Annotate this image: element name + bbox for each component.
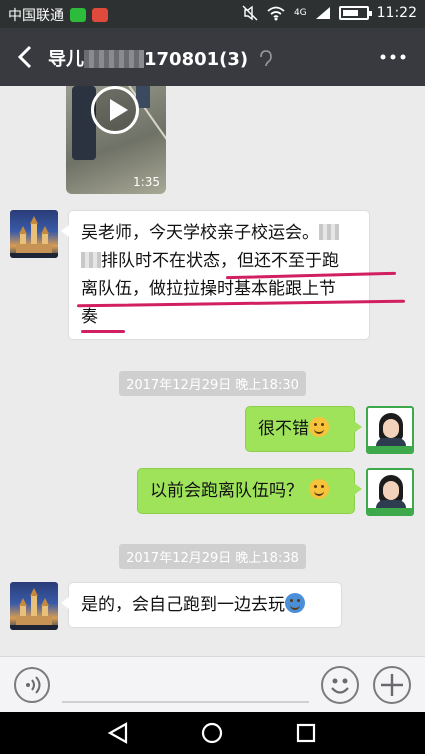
clock-label: 11:22 (376, 5, 417, 21)
smirk-emoji-icon (309, 479, 329, 499)
avatar[interactable] (366, 468, 414, 516)
message-line: 排队时不在状态，但还不至于跑 (81, 247, 397, 280)
network-type-label: 4G (293, 7, 307, 18)
back-arrow-icon[interactable] (12, 41, 40, 73)
highlight-underline (81, 330, 125, 333)
more-icon[interactable] (379, 48, 407, 66)
avatar[interactable] (366, 406, 414, 454)
message-line: 吴老师，今天学校亲子校运会。 (81, 219, 357, 247)
message-bubble[interactable]: 以前会跑离队伍吗？ (137, 468, 362, 514)
chat-area: 1:35 吴老师，今天学校亲子校运会。 排队时不在状态，但还不至于跑 离队伍，做… (0, 86, 425, 656)
blurred-name (319, 224, 339, 240)
wechat-notification-icon (70, 8, 86, 22)
message-line: 离队伍，做拉拉操时基本能跟上节 (76, 275, 406, 308)
input-bar (0, 656, 425, 712)
signal-icon (315, 7, 330, 19)
battery-icon (338, 6, 372, 20)
message-bubble[interactable]: 吴老师，今天学校亲子校运会。 排队时不在状态，但还不至于跑 离队伍，做拉拉操时基… (61, 210, 406, 340)
earpiece-icon (260, 50, 273, 67)
message-bubble[interactable]: 很不错 (245, 406, 362, 452)
video-duration: 1:35 (133, 175, 160, 189)
video-thumbnail-figure (72, 86, 96, 160)
avatar[interactable] (10, 582, 58, 630)
chat-title: 导儿 170801(3) (48, 45, 273, 71)
message-timestamp: 2017年12月29日 晚上18:38 (0, 544, 425, 569)
message-input[interactable] (62, 701, 309, 703)
blurred-name (84, 50, 144, 68)
nav-back-icon[interactable] (106, 721, 130, 745)
plus-icon[interactable] (373, 666, 411, 704)
emoji-icon[interactable] (321, 666, 359, 704)
blurred-name (81, 252, 101, 268)
nav-recent-icon[interactable] (294, 721, 318, 745)
chat-header: 导儿 170801(3) (0, 28, 425, 86)
system-nav-bar (0, 712, 425, 754)
message-bubble[interactable]: 是的，会自己跑到一边去玩 (61, 582, 342, 628)
mute-icon (242, 5, 258, 21)
voice-icon[interactable] (14, 667, 50, 703)
nav-home-icon[interactable] (200, 721, 224, 745)
message-line: 奏 (81, 303, 357, 333)
status-bar: 中国联通 4G 11:22 (0, 0, 425, 28)
message-timestamp: 2017年12月29日 晚上18:30 (0, 371, 425, 396)
laughing-tears-emoji-icon (285, 593, 305, 613)
carrier-label: 中国联通 (8, 8, 64, 24)
wifi-icon (267, 6, 285, 21)
grin-emoji-icon (309, 417, 329, 437)
play-icon[interactable] (91, 86, 139, 134)
video-message[interactable]: 1:35 (66, 86, 166, 194)
app-notification-icon (92, 8, 108, 22)
avatar[interactable] (10, 210, 58, 258)
